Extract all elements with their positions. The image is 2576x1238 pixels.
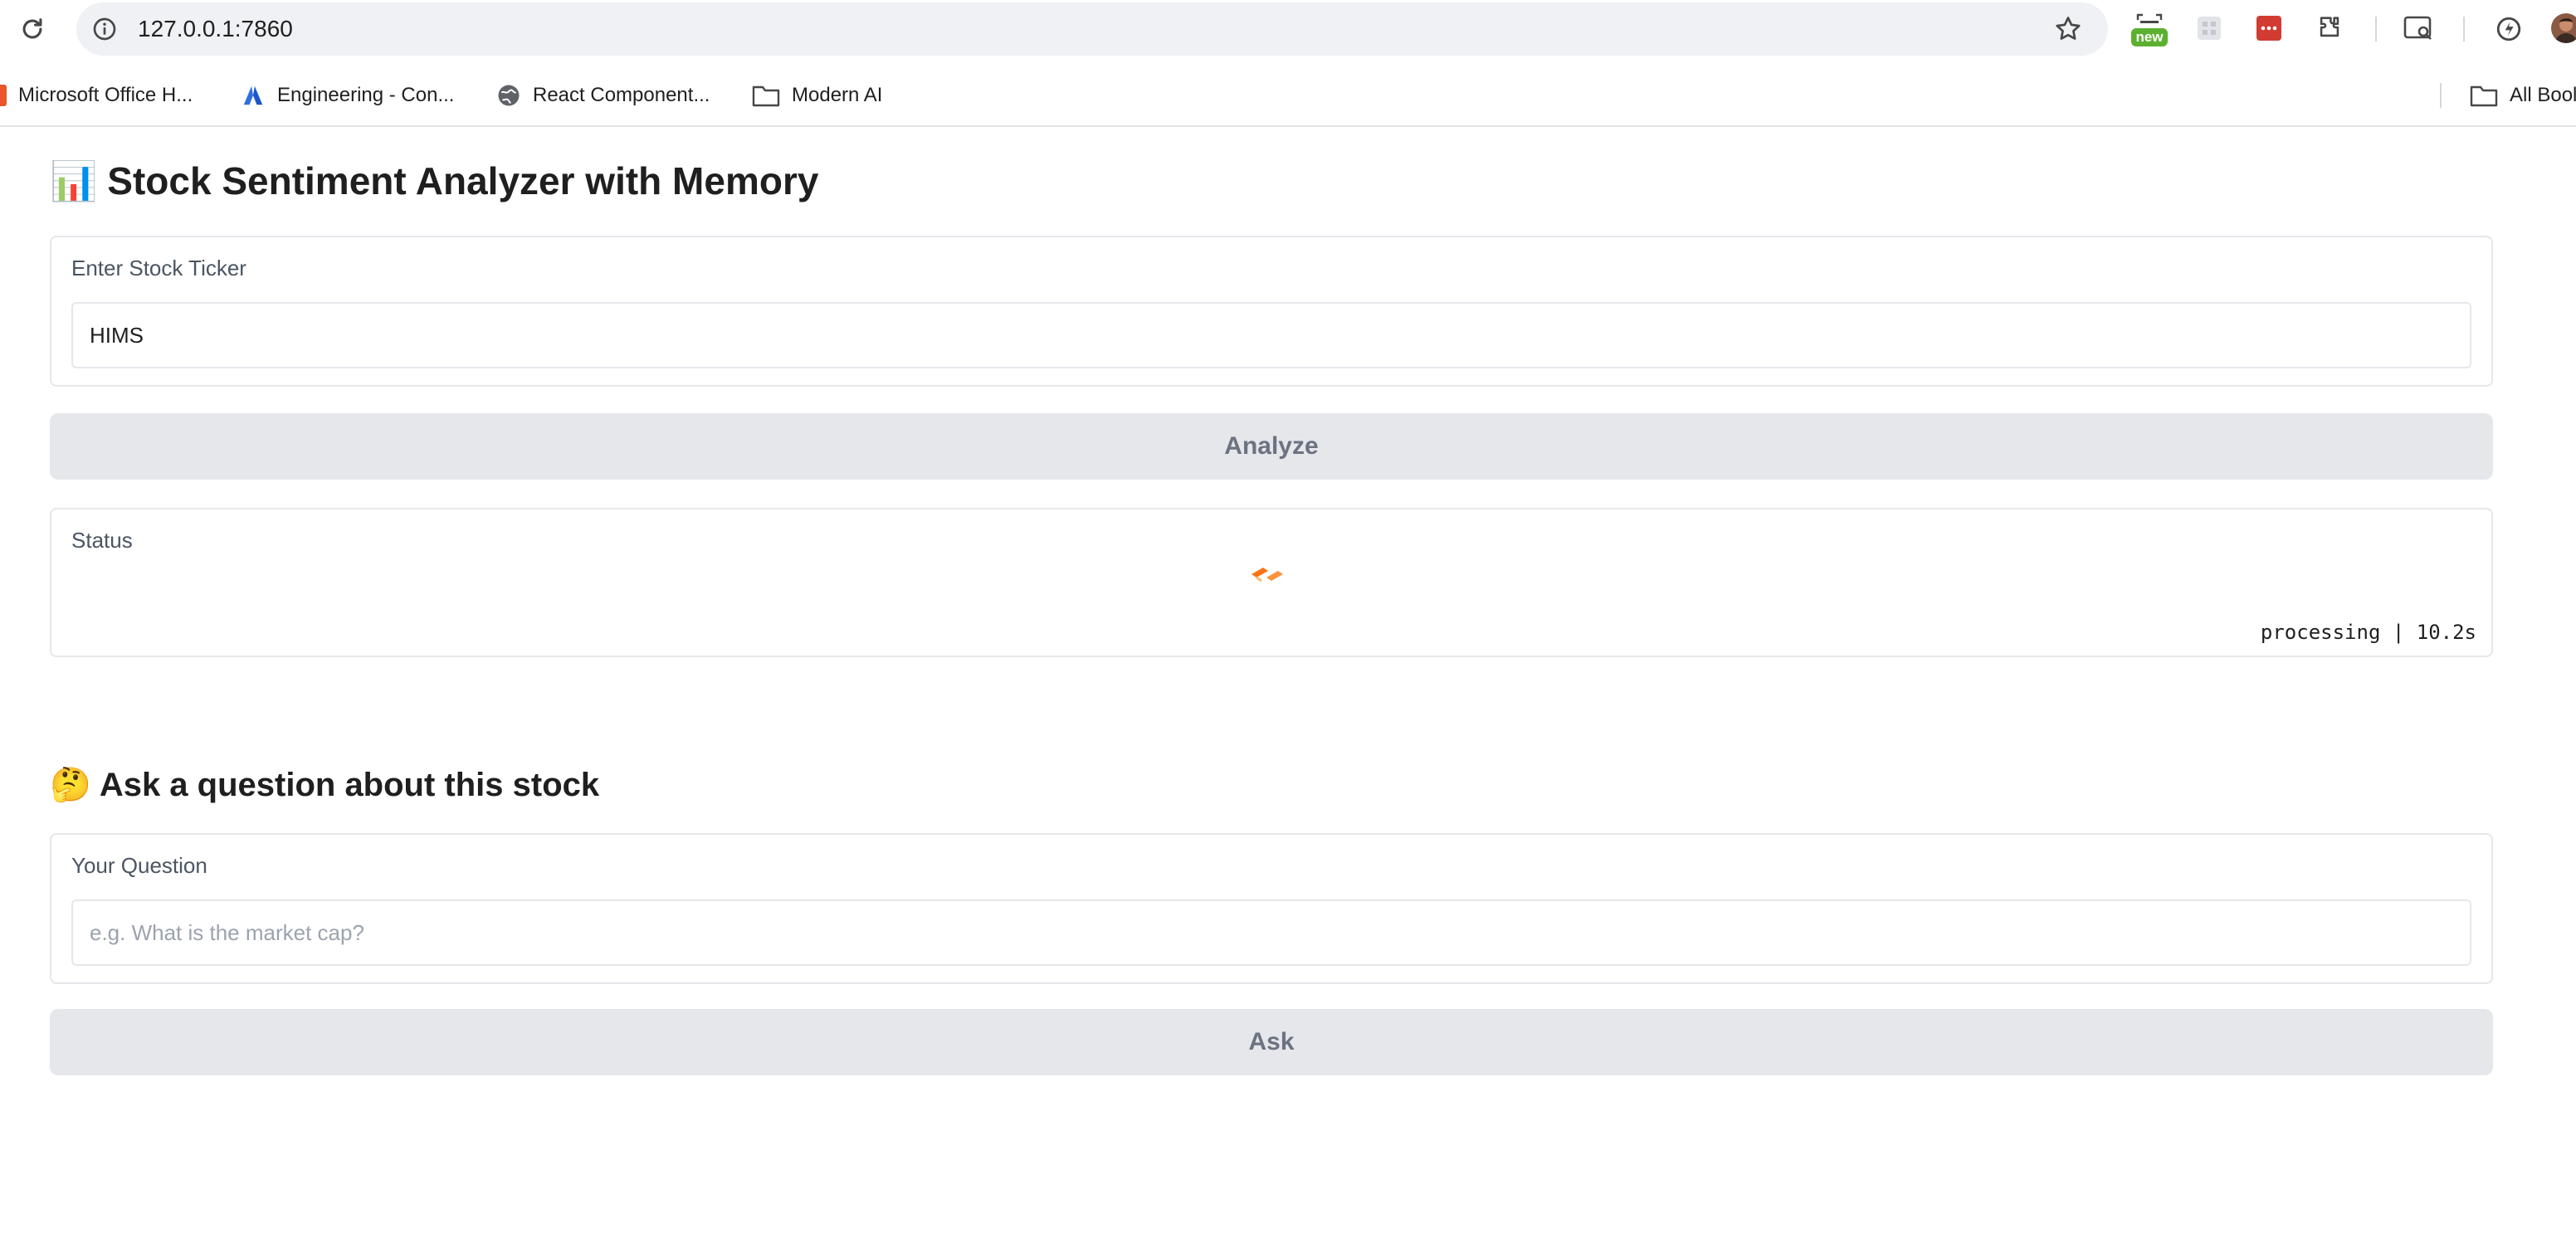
puzzle-extensions-icon[interactable] xyxy=(2315,13,2344,41)
bookmark-star-icon[interactable] xyxy=(2053,14,2083,44)
reload-icon[interactable] xyxy=(18,15,46,43)
all-bookmarks[interactable]: All Bool xyxy=(2470,71,2576,119)
status-block: Status processing | 10.2s xyxy=(50,508,2493,657)
address-bar[interactable]: 127.0.0.1:7860 xyxy=(76,2,2108,56)
office-icon xyxy=(0,85,7,106)
chart-emoji-icon: 📊 xyxy=(50,159,98,202)
page-title-text: Stock Sentiment Analyzer with Memory xyxy=(107,159,819,202)
bookmark-engineering[interactable]: Engineering - Con... xyxy=(241,71,454,119)
site-info-icon[interactable] xyxy=(91,16,118,42)
performance-icon[interactable] xyxy=(2495,15,2523,43)
confluence-icon xyxy=(243,85,263,105)
folder-icon xyxy=(2470,85,2498,107)
toolbar-separator xyxy=(2463,17,2465,41)
status-progress-text: processing | 10.2s xyxy=(2260,621,2476,644)
analyze-button[interactable]: Analyze xyxy=(50,413,2493,480)
bookmark-modern-ai[interactable]: Modern AI xyxy=(752,71,882,119)
question-label: Your Question xyxy=(71,853,207,878)
question-input[interactable]: e.g. What is the market cap? xyxy=(71,899,2471,966)
url-text[interactable]: 127.0.0.1:7860 xyxy=(138,16,293,42)
toolbar-separator xyxy=(2375,17,2377,41)
new-badge: new xyxy=(2131,28,2168,46)
profile-avatar[interactable] xyxy=(2551,13,2576,43)
password-extension-icon[interactable] xyxy=(2256,15,2282,41)
thinking-emoji-icon: 🤔 xyxy=(50,767,91,803)
screenshot-extension-icon[interactable]: new xyxy=(2131,12,2168,46)
question-section-title: 🤔 Ask a question about this stock xyxy=(50,762,599,808)
browser-toolbar: 127.0.0.1:7860 new xyxy=(0,0,2576,60)
question-block: Your Question e.g. What is the market ca… xyxy=(50,833,2493,984)
bookmark-react-component[interactable]: React Component... xyxy=(496,71,710,119)
chrome-divider xyxy=(0,125,2576,127)
status-label: Status xyxy=(71,528,133,553)
question-section-title-text: Ask a question about this stock xyxy=(99,767,600,803)
globe-icon xyxy=(498,85,520,106)
ticker-label: Enter Stock Ticker xyxy=(71,256,246,280)
bookmarks-bar: Microsoft Office H... Engineering - Con.… xyxy=(0,71,2576,119)
ask-button[interactable]: Ask xyxy=(50,1009,2493,1075)
ticker-input[interactable]: HIMS xyxy=(71,302,2471,368)
loading-spinner-icon xyxy=(1251,568,1283,582)
bookmark-microsoft-office[interactable]: Microsoft Office H... xyxy=(0,71,193,119)
bookmarks-separator xyxy=(2440,83,2442,108)
grid-extension-icon[interactable] xyxy=(2196,15,2222,41)
page-title: 📊 Stock Sentiment Analyzer with Memory xyxy=(50,156,818,206)
folder-icon xyxy=(752,85,780,107)
ticker-block: Enter Stock Ticker HIMS xyxy=(50,236,2493,387)
tab-search-icon[interactable] xyxy=(2403,15,2435,43)
